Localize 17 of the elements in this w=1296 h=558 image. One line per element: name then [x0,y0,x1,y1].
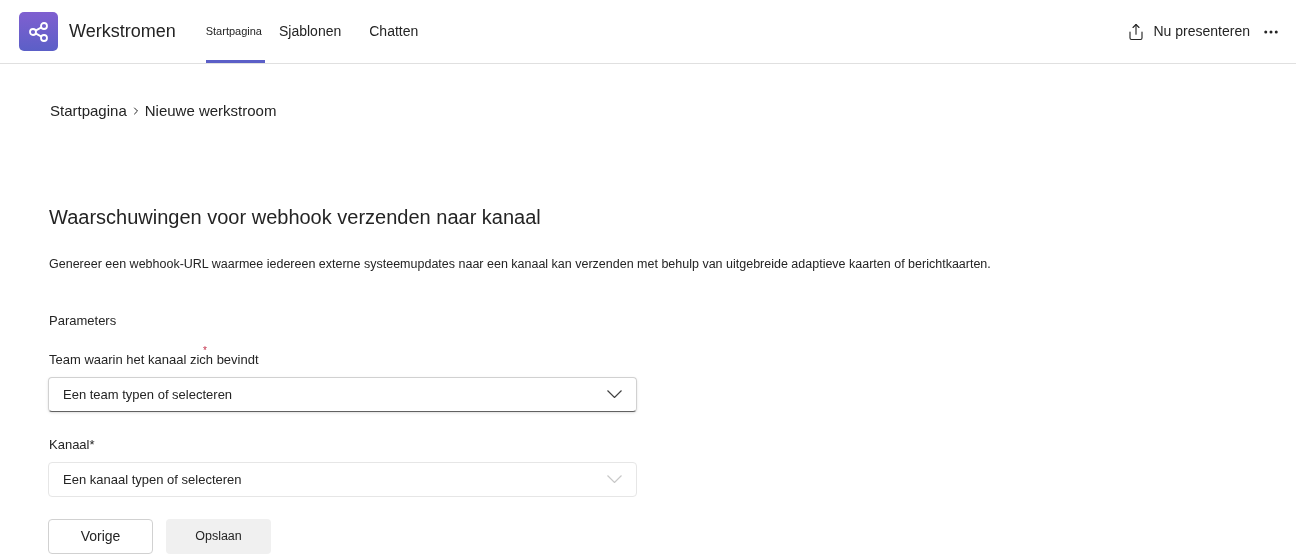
nav-tab[interactable]: Sjablonen [264,0,356,63]
upload-icon [1127,22,1146,41]
section-label: Parameters [49,312,117,331]
chevron-down-icon [607,390,622,399]
nav-tab[interactable]: Startpagina [205,0,265,63]
breadcrumb-current: Nieuwe werkstroom [144,101,277,121]
description: Genereer een webhook-URL waarmee iedereen externe systeemupdates naar een kanaal kan verzenden met behulp van uitgebreide adaptieve kaarten of berichtkaarten. [49,255,992,273]
dropdown-field[interactable]: Een team typen of selecteren [48,376,637,412]
page-heading: Waarschuwingen voor webhook verzenden naar kanaal [49,204,542,230]
share-nodes-icon [27,20,50,43]
app-title: Werkstromen [69,20,176,43]
nav-tab[interactable]: Chatten [355,0,433,63]
field-label: Kanaal* [49,436,95,452]
breadcrumb-link[interactable]: Startpagina [50,100,127,123]
form-button[interactable]: Vorige [48,518,153,554]
present-button[interactable]: Nu presenteren [1127,21,1250,42]
chevron-down-icon [607,475,622,484]
